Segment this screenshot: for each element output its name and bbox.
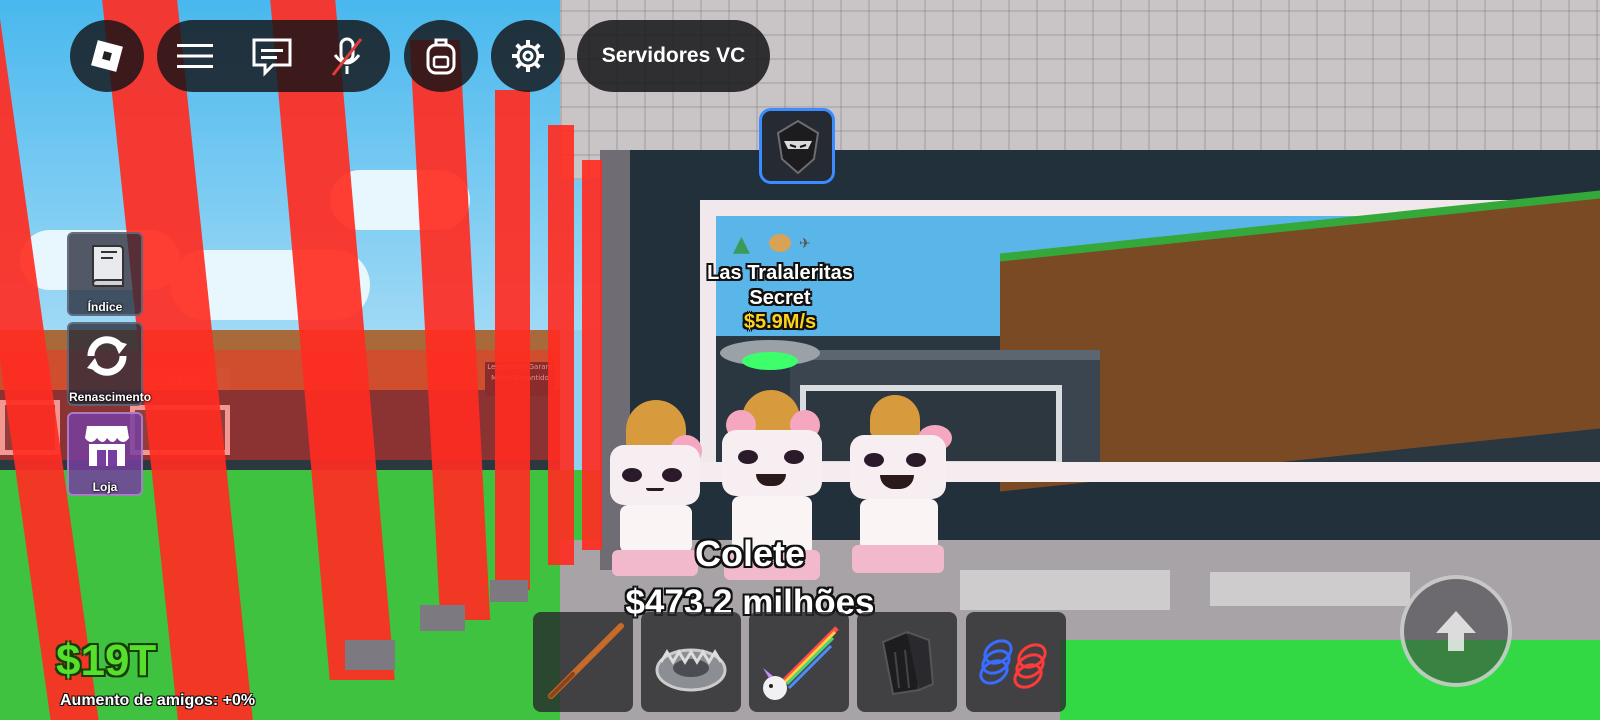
up-arrow-icon [1436, 611, 1476, 651]
hotbar-slot-gloves[interactable] [857, 612, 957, 712]
hamburger-icon [177, 44, 213, 68]
ufo-light [742, 352, 798, 370]
bat-icon [548, 623, 624, 699]
mouth [646, 488, 664, 491]
laser-post [490, 580, 528, 602]
eye [864, 453, 884, 467]
shop-button[interactable]: Loja [67, 412, 143, 496]
hotbar-slot-trap[interactable] [641, 612, 741, 712]
index-label: Índice [87, 300, 123, 314]
hotbar-slot-bat[interactable] [533, 612, 633, 712]
pet-rate: $5.9M/s [743, 311, 817, 333]
pet-name: Las Tralaleritas [707, 262, 853, 284]
laser-bar [495, 90, 530, 590]
collect-label[interactable]: Colete [600, 533, 900, 575]
head [850, 435, 946, 499]
microphone-button[interactable] [325, 34, 369, 80]
taco-hat [870, 395, 920, 437]
friend-boost-text: Aumento de amigos: +0% [60, 692, 256, 709]
green-floor [1060, 640, 1600, 720]
plane-icon: ✈ [799, 236, 811, 252]
ufo-icon: ▲ [733, 232, 750, 257]
backpack-button[interactable] [404, 20, 478, 92]
floor-tile [960, 570, 1170, 610]
laser-bar [582, 160, 602, 550]
pet-mutation-icons: ▲ ✈ [733, 232, 823, 260]
player-avatar-button[interactable] [759, 108, 835, 184]
gloves-icon [881, 630, 935, 696]
eye [662, 468, 682, 482]
hamburger-menu-button[interactable] [173, 38, 217, 74]
ninja-avatar-icon [776, 119, 820, 175]
chat-toolbar [157, 20, 390, 92]
coil-icon [979, 639, 1047, 689]
unicorn-sword-icon [763, 626, 839, 700]
voice-servers-button[interactable]: Servidores VC [577, 20, 770, 92]
gear-icon [512, 40, 544, 72]
rebirth-button[interactable]: Renascimento [67, 322, 152, 406]
roblox-menu-button[interactable] [70, 20, 144, 92]
eye [622, 468, 642, 482]
book-icon [91, 245, 124, 287]
eye [738, 450, 758, 464]
laser-post [345, 640, 395, 670]
chat-button[interactable] [249, 36, 295, 78]
backpack-icon [426, 38, 456, 75]
settings-button[interactable] [491, 20, 565, 92]
laser-post [420, 605, 465, 631]
shop-label: Loja [92, 480, 118, 494]
hotbar-slot-unicorn-sword[interactable] [749, 612, 849, 712]
shop-icon [85, 426, 129, 466]
floor-tile [1210, 572, 1410, 606]
index-button[interactable]: Índice [67, 232, 143, 316]
jump-button[interactable] [1400, 575, 1512, 687]
eye [906, 453, 926, 467]
chat-icon [252, 38, 292, 77]
refresh-icon [87, 336, 127, 376]
window-sill [700, 462, 1600, 482]
laser-bar [548, 125, 574, 565]
bear-trap-icon [655, 648, 727, 692]
eye [784, 450, 804, 464]
muted-microphone-icon [331, 37, 363, 76]
money-display: $19T [56, 636, 157, 685]
head [722, 430, 822, 496]
taco-icon [769, 234, 791, 252]
hotbar-slot-coil[interactable] [966, 612, 1066, 712]
rebirth-label: Renascimento [69, 390, 152, 404]
roblox-logo-icon [91, 40, 123, 72]
pet-rarity: Secret [749, 287, 811, 309]
